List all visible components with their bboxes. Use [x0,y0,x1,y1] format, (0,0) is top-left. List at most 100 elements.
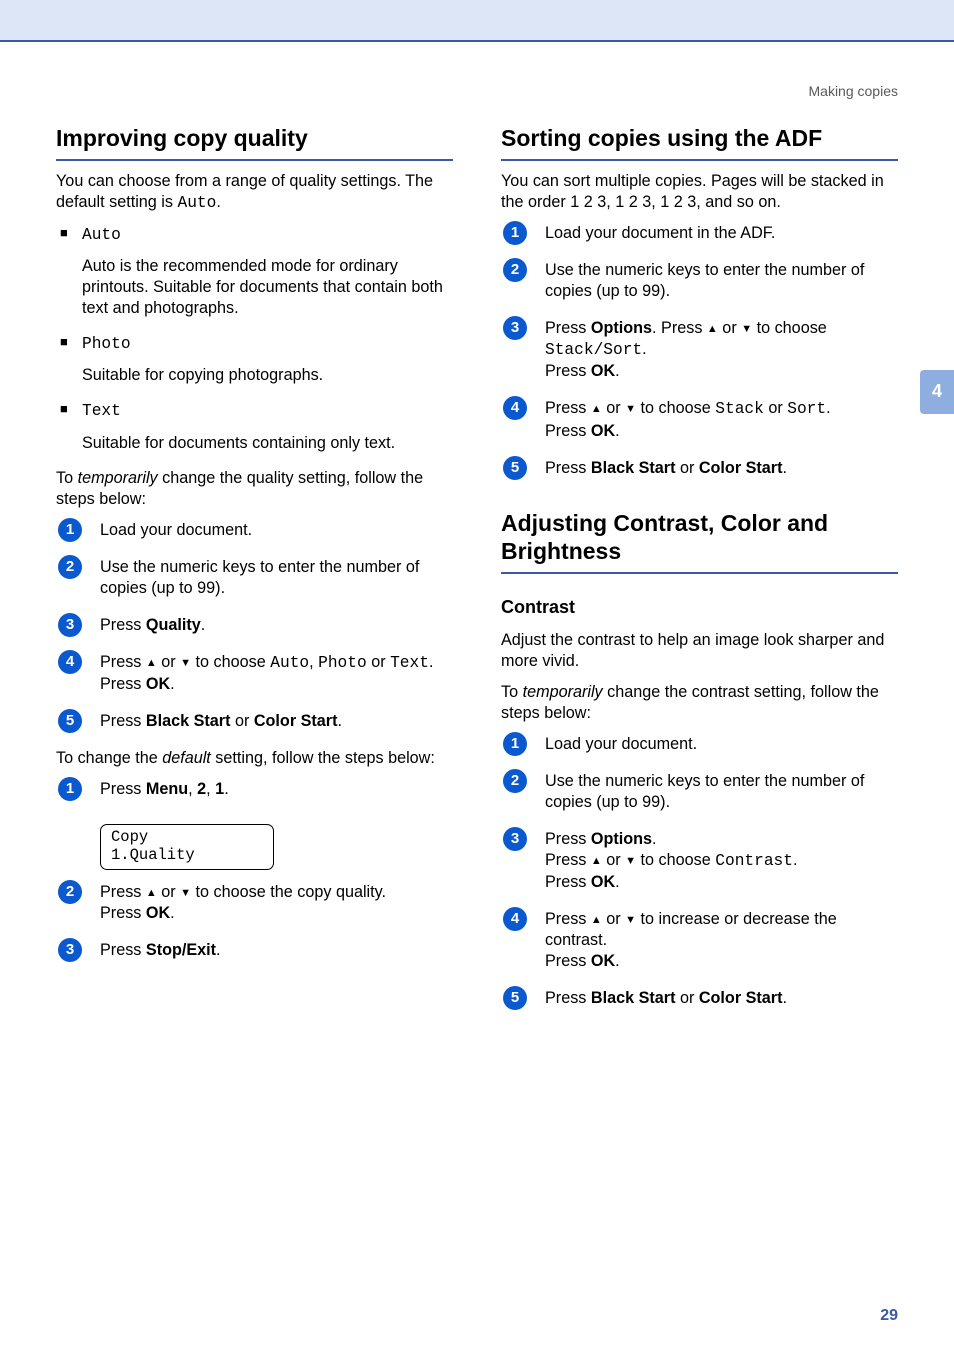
step-3: Press Stop/Exit. [56,940,453,961]
button-label: OK [146,675,170,693]
button-label: Black Start [591,989,676,1007]
step-2: Press ▲ or ▼ to choose the copy quality.… [56,882,453,924]
quality-default-steps-cont: Press ▲ or ▼ to choose the copy quality.… [56,882,453,961]
mode-photo-desc: Suitable for copying photographs. [56,365,453,386]
two-column-layout: Improving copy quality You can choose fr… [56,124,898,1025]
text: Press [545,910,591,928]
quality-default-steps: Press Menu, 2, 1. [56,779,453,800]
button-label: Color Start [699,989,783,1007]
text: , [206,780,215,798]
quality-modes-list: Photo [56,333,453,355]
lcd-line: 1.Quality [111,847,261,865]
text: or [367,653,390,671]
mode-photo: Photo [56,333,453,355]
text: . [216,941,221,959]
text: . [338,712,343,730]
text: to choose [636,399,715,417]
text-emphasis: default [162,749,211,767]
mode-label: Auto [82,226,121,244]
step-3: Press Options. Press ▲ or ▼ to choose Co… [501,829,898,893]
text: Press [545,422,591,440]
text: Press [100,616,146,634]
button-label: Black Start [591,459,676,477]
text: Press [545,830,591,848]
button-label: OK [591,362,615,380]
mode-auto: Auto [56,224,453,246]
triangle-up-icon: ▲ [146,656,157,670]
quality-temp-steps: Load your document. Use the numeric keys… [56,520,453,732]
text: Press [545,851,591,869]
button-label: 2 [197,780,206,798]
step-1: Press Menu, 2, 1. [56,779,453,800]
step-3: Press Options. Press ▲ or ▼ to choose St… [501,318,898,382]
heading-sorting-copies: Sorting copies using the ADF [501,124,898,161]
triangle-up-icon: ▲ [591,402,602,416]
button-label: Options [591,319,652,337]
text: . [201,616,206,634]
text: . [783,459,788,477]
left-column: Improving copy quality You can choose fr… [56,124,453,977]
lcd-display: Copy 1.Quality [100,824,274,870]
triangle-up-icon: ▲ [707,322,718,336]
heading-improving-copy-quality: Improving copy quality [56,124,453,161]
page: Making copies 4 Improving copy quality Y… [0,0,954,1351]
quality-modes-list: Text [56,400,453,422]
chapter-tab: 4 [920,370,954,414]
button-label: OK [146,904,170,922]
text: Press [545,362,591,380]
text-mono: Photo [318,654,367,672]
temporary-change-intro: To temporarily change the quality settin… [56,468,453,510]
text: or [157,653,180,671]
step-5: Press Black Start or Color Start. [501,458,898,479]
text-mono: Sort [787,400,826,418]
contrast-temp-intro: To temporarily change the contrast setti… [501,682,898,724]
text-mono: Text [390,654,429,672]
text: , [188,780,197,798]
text: . [615,422,620,440]
step-4: Press ▲ or ▼ to choose Auto, Photo or Te… [56,652,453,695]
text-mono: Auto [177,194,216,212]
text: To [56,469,78,487]
text-mono: Auto [270,654,309,672]
text: . Press [652,319,707,337]
text: to choose [636,851,715,869]
step-5: Press Black Start or Color Start. [501,988,898,1009]
text: Press [100,904,146,922]
step-1: Load your document. [56,520,453,541]
step-2: Use the numeric keys to enter the number… [501,771,898,813]
text: or [675,459,698,477]
text: . [224,780,229,798]
triangle-up-icon: ▲ [591,854,602,868]
subheading-contrast: Contrast [501,596,898,619]
mode-text: Text [56,400,453,422]
text: Press [100,780,146,798]
quality-modes-list: Auto [56,224,453,246]
text: Press [545,873,591,891]
text: Press [100,712,146,730]
button-label: Color Start [254,712,338,730]
text: or [718,319,741,337]
text-emphasis: temporarily [523,683,603,701]
triangle-down-icon: ▼ [625,913,636,927]
text: or [602,910,625,928]
mode-label: Text [82,402,121,420]
contrast-steps: Load your document. Use the numeric keys… [501,734,898,1010]
text-mono: Stack [715,400,764,418]
text: to choose [191,653,270,671]
text: or [602,399,625,417]
page-number: 29 [880,1306,898,1327]
text: . [793,851,798,869]
text-mono: Contrast [715,852,793,870]
lcd-line: Copy [111,829,261,847]
mode-auto-desc: Auto is the recommended mode for ordinar… [56,256,453,319]
text: Press [545,989,591,1007]
text: . [429,653,434,671]
step-1: Load your document in the ADF. [501,223,898,244]
sort-intro: You can sort multiple copies. Pages will… [501,171,898,213]
button-label: OK [591,873,615,891]
text: . [170,904,175,922]
text: or [602,851,625,869]
text: setting, follow the steps below: [211,749,435,767]
triangle-down-icon: ▼ [625,854,636,868]
text: To change the [56,749,162,767]
